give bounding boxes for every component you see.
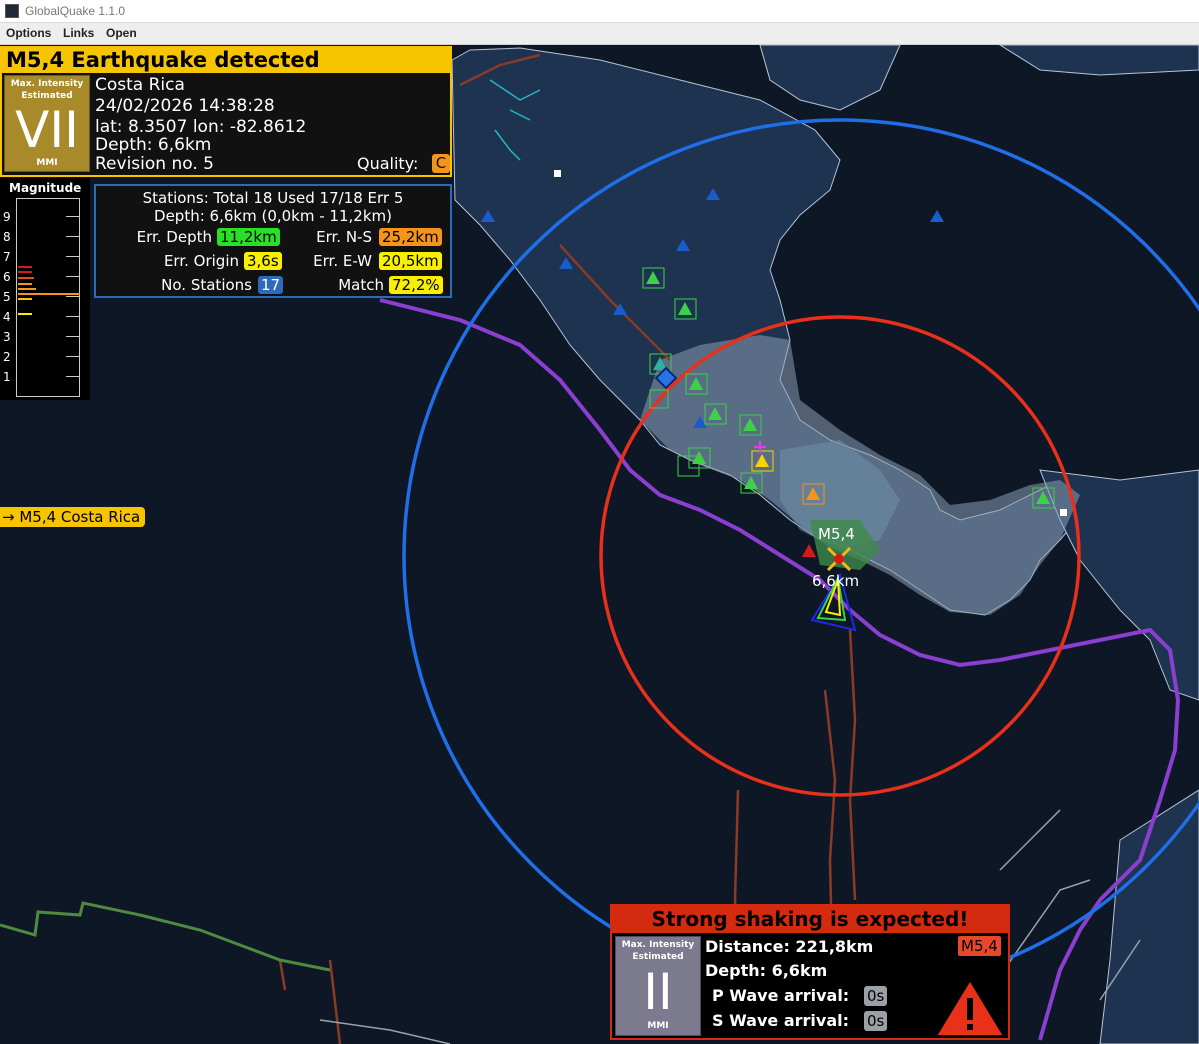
- detection-header: M5,4 Earthquake detected: [6, 48, 320, 72]
- revision-number: Revision no. 5: [95, 154, 214, 174]
- err-ns-label: Err. N-S: [316, 228, 372, 246]
- magnitude-tick-label: 3: [3, 330, 11, 344]
- alert-distance: Distance: 221,8km: [705, 937, 874, 956]
- s-wave-label: S Wave arrival:: [712, 1011, 849, 1030]
- no-stations-label: No. Stations: [161, 276, 252, 294]
- warning-triangle-icon: [934, 978, 1006, 1037]
- region-name: Costa Rica: [95, 75, 185, 95]
- alert-intensity-box: Max. Intensity Estimated II MMI: [615, 936, 701, 1036]
- intensity-label-1: Max. Intensity: [10, 79, 84, 89]
- alert-header: Strong shaking is expected!: [612, 906, 1008, 933]
- earthquake-list-tag[interactable]: → M5,4 Costa Rica: [0, 507, 146, 527]
- epicenter-magnitude-label: M5,4: [818, 525, 855, 543]
- magnitude-tick-label: 6: [3, 270, 11, 284]
- magnitude-tick-label: 5: [3, 290, 11, 304]
- magnitude-scale: Magnitude 9 8 7 6 5 4 3 2 1: [0, 178, 90, 400]
- err-ew-badge: 20,5km: [379, 252, 442, 270]
- shaking-alert-panel: Strong shaking is expected! Max. Intensi…: [610, 904, 1010, 1040]
- err-origin-label: Err. Origin: [163, 252, 239, 270]
- s-wave-value: 0s: [864, 1011, 888, 1031]
- err-depth-badge: 11,2km: [217, 228, 280, 246]
- city-marker: [1060, 509, 1067, 516]
- magnitude-tick-label: 9: [3, 210, 11, 224]
- alert-intensity-label-1: Max. Intensity: [621, 940, 695, 950]
- magnitude-tick-label: 1: [3, 370, 11, 384]
- alert-depth: Depth: 6,6km: [705, 961, 828, 980]
- intensity-value: VII: [15, 101, 79, 159]
- match-badge: 72,2%: [389, 276, 443, 294]
- alert-magnitude-badge: M5,4: [958, 936, 1001, 956]
- event-datetime: 24/02/2026 14:38:28: [95, 96, 275, 116]
- err-origin-badge: 3,6s: [244, 252, 282, 270]
- current-magnitude-line: [18, 293, 80, 295]
- err-depth-label: Err. Depth: [136, 228, 212, 246]
- menu-bar: Options Links Open: [0, 23, 1199, 45]
- solution-stats-panel: Stations: Total 18 Used 17/18 Err 5 Dept…: [94, 184, 452, 298]
- menu-options[interactable]: Options: [6, 26, 51, 40]
- earthquake-detection-panel: M5,4 Earthquake detected Max. Intensity …: [0, 46, 452, 177]
- magnitude-tick-label: 4: [3, 310, 11, 324]
- no-stations-badge: 17: [258, 276, 284, 294]
- p-wave-value: 0s: [864, 986, 888, 1006]
- err-ew-label: Err. E-W: [313, 252, 372, 270]
- window-titlebar: GlobalQuake 1.1.0: [0, 0, 1199, 23]
- magnitude-scale-title: Magnitude: [9, 181, 82, 195]
- alert-intensity-value: II: [643, 963, 673, 1021]
- magnitude-tick-label: 2: [3, 350, 11, 364]
- magnitude-tick-label: 8: [3, 230, 11, 244]
- alert-intensity-unit: MMI: [647, 1021, 669, 1031]
- max-intensity-box: Max. Intensity Estimated VII MMI: [4, 75, 90, 172]
- quality-badge: C: [432, 154, 450, 173]
- city-marker: [554, 170, 561, 177]
- stations-summary: Stations: Total 18 Used 17/18 Err 5: [142, 189, 404, 207]
- window-title: GlobalQuake 1.1.0: [25, 4, 126, 18]
- depth-range: Depth: 6,6km (0,0km - 11,2km): [154, 207, 392, 225]
- event-coordinates: lat: 8.3507 lon: -82.8612: [95, 117, 307, 137]
- menu-links[interactable]: Links: [63, 26, 94, 40]
- magnitude-tick-label: 7: [3, 250, 11, 264]
- alert-intensity-label-2: Estimated: [632, 952, 684, 962]
- quality-label: Quality:: [357, 154, 419, 173]
- p-wave-label: P Wave arrival:: [712, 986, 850, 1005]
- menu-open[interactable]: Open: [106, 26, 137, 40]
- match-label: Match: [338, 276, 384, 294]
- app-icon: [5, 4, 19, 18]
- intensity-unit: MMI: [36, 158, 58, 168]
- event-depth: Depth: 6,6km: [95, 135, 212, 155]
- epicenter-depth-label: 6,6km: [812, 572, 859, 590]
- err-ns-badge: 25,2km: [379, 228, 442, 246]
